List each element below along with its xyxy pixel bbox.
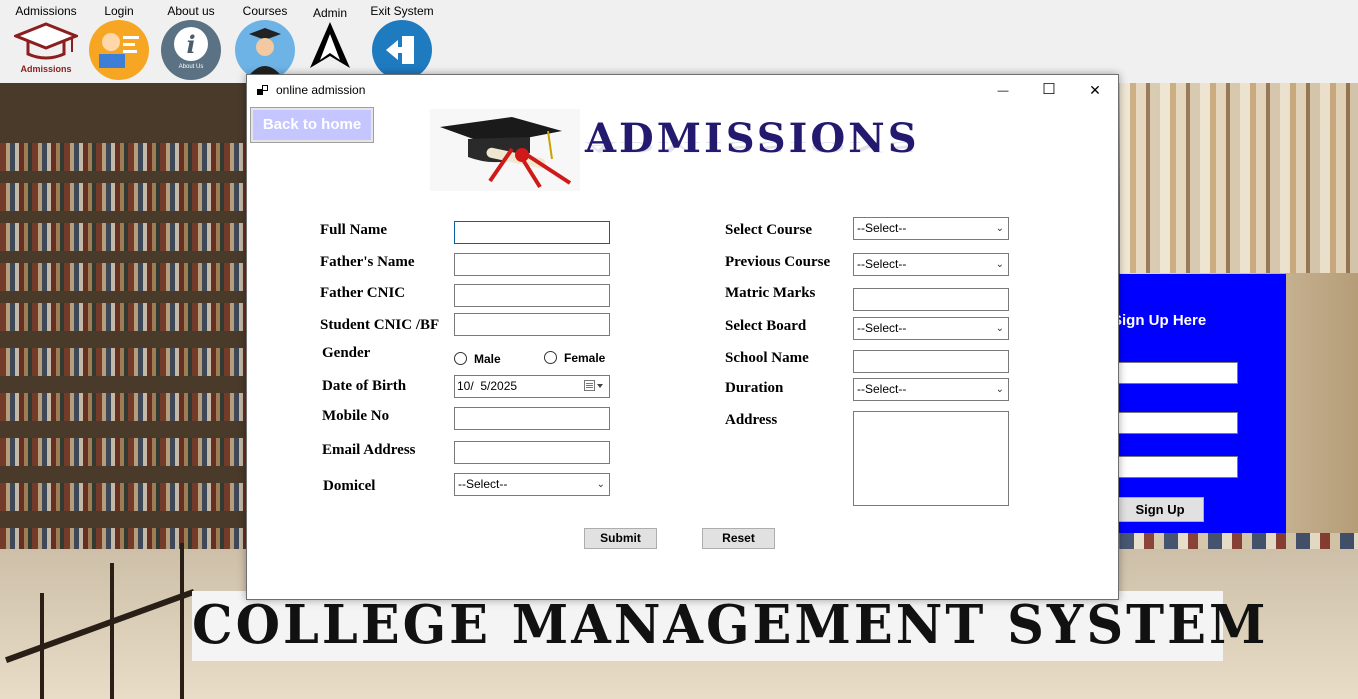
gender-female-label: Female <box>564 351 606 365</box>
menu-admissions[interactable]: Admissions Admissions <box>8 0 84 76</box>
full-name-label: Full Name <box>320 222 388 238</box>
father-cnic-field[interactable] <box>454 284 610 307</box>
signup-field-3[interactable] <box>1116 456 1238 478</box>
admissions-logo-reflection: ADMISSIONS <box>585 138 920 155</box>
previous-course-select[interactable]: --Select-- ⌄ <box>853 253 1009 276</box>
college-banner: COLLEGE MANAGEMENT SYSTEM <box>192 591 1269 661</box>
admissions-icon-caption: Admissions <box>20 64 72 74</box>
gender-female-radio[interactable]: Female <box>544 351 605 365</box>
admissions-logo: ADMISSIONS ADMISSIONS <box>430 109 950 191</box>
mobile-label: Mobile No <box>322 408 390 424</box>
gender-male-label: Male <box>474 352 501 366</box>
menu-login-label: Login <box>104 4 134 18</box>
school-name-field[interactable] <box>853 350 1009 373</box>
menu-login[interactable]: Login <box>88 0 150 80</box>
graduation-cap-scroll-icon <box>430 109 580 191</box>
minimize-icon: — <box>997 85 1009 97</box>
radio-circle-icon <box>544 351 557 364</box>
gender-label: Gender <box>322 345 371 361</box>
matric-marks-label: Matric Marks <box>725 285 816 301</box>
admin-triangle-icon <box>308 20 352 70</box>
mobile-field[interactable] <box>454 407 610 430</box>
dob-label: Date of Birth <box>322 378 407 394</box>
window-app-icon <box>257 85 268 95</box>
menu-about-label: About us <box>167 4 215 18</box>
address-label: Address <box>725 412 778 428</box>
full-name-field[interactable] <box>454 221 610 244</box>
about-icon-caption: About Us <box>178 64 204 70</box>
duration-select[interactable]: --Select-- ⌄ <box>853 378 1009 401</box>
father-cnic-label: Father CNIC <box>320 285 406 301</box>
course-label: Select Course <box>725 222 813 238</box>
signup-panel: Sign Up Here Sign Up <box>1090 274 1286 533</box>
window-title: online admission <box>276 83 366 97</box>
menu-admin-label: Admin <box>312 6 347 20</box>
board-select[interactable]: --Select-- ⌄ <box>853 317 1009 340</box>
back-to-home-button[interactable]: Back to home <box>250 107 374 143</box>
domicel-select[interactable]: --Select-- ⌄ <box>454 473 610 496</box>
reset-button[interactable]: Reset <box>702 528 775 549</box>
dob-value: 10/ 5/2025 <box>457 379 518 393</box>
menu-admin[interactable]: Admin <box>306 0 354 70</box>
menu-admissions-label: Admissions <box>15 4 77 18</box>
duration-label: Duration <box>725 380 784 396</box>
maximize-icon: ☐ <box>1042 81 1056 98</box>
menu-exit-label: Exit System <box>370 4 434 18</box>
duration-value: --Select-- <box>857 382 907 396</box>
previous-course-label: Previous Course <box>725 254 831 270</box>
student-cnic-field[interactable] <box>454 313 610 336</box>
fathers-name-label: Father's Name <box>320 254 415 270</box>
maximize-button[interactable]: ☐ <box>1026 75 1072 105</box>
school-name-label: School Name <box>725 350 809 366</box>
signup-button[interactable]: Sign Up <box>1116 497 1204 522</box>
chevron-down-icon: ⌄ <box>995 259 1004 270</box>
calendar-dropdown-icon[interactable] <box>584 380 604 392</box>
course-select[interactable]: --Select-- ⌄ <box>853 217 1009 240</box>
close-button[interactable]: ✕ <box>1072 75 1118 105</box>
radio-circle-icon <box>454 352 467 365</box>
domicel-label: Domicel <box>323 478 376 494</box>
info-icon: i About Us <box>161 20 221 80</box>
domicel-value: --Select-- <box>458 477 508 491</box>
online-admission-window: online admission — ☐ ✕ Back to home ADMI… <box>246 74 1119 600</box>
graduation-cap-icon: Admissions <box>11 20 81 76</box>
minimize-button[interactable]: — <box>980 75 1026 105</box>
gender-male-radio[interactable]: Male <box>454 352 501 366</box>
chevron-down-icon: ⌄ <box>995 223 1004 234</box>
graduate-avatar-icon <box>235 20 295 80</box>
menu-courses-label: Courses <box>242 4 288 18</box>
svg-text:i: i <box>186 30 195 59</box>
window-titlebar[interactable]: online admission — ☐ ✕ <box>247 75 1118 105</box>
chevron-down-icon: ⌄ <box>995 323 1004 334</box>
dob-date-picker[interactable]: 10/ 5/2025 <box>454 375 610 398</box>
menu-courses[interactable]: Courses <box>232 0 298 80</box>
email-label: Email Address <box>322 442 416 458</box>
menu-about-us[interactable]: About us i About Us <box>158 0 224 80</box>
board-value: --Select-- <box>857 321 907 335</box>
main-menu-bar: Admissions Admissions Login About us i A… <box>0 0 1358 83</box>
course-value: --Select-- <box>857 221 907 235</box>
student-cnic-label: Student CNIC /BF <box>320 317 440 333</box>
exit-door-icon <box>372 20 432 80</box>
signup-field-2[interactable] <box>1116 412 1238 434</box>
signup-field-1[interactable] <box>1116 362 1238 384</box>
chevron-down-icon: ⌄ <box>995 384 1004 395</box>
signup-title: Sign Up Here <box>1112 312 1207 329</box>
menu-exit-system[interactable]: Exit System <box>366 0 438 80</box>
previous-course-value: --Select-- <box>857 257 907 271</box>
email-field[interactable] <box>454 441 610 464</box>
fathers-name-field[interactable] <box>454 253 610 276</box>
matric-marks-field[interactable] <box>853 288 1009 311</box>
address-textarea[interactable] <box>853 411 1009 506</box>
close-icon: ✕ <box>1089 82 1101 98</box>
student-reading-icon <box>89 20 149 80</box>
submit-button[interactable]: Submit <box>584 528 657 549</box>
chevron-down-icon: ⌄ <box>596 479 605 490</box>
board-label: Select Board <box>725 318 807 334</box>
banner-title: COLLEGE MANAGEMENT SYSTEM <box>192 593 1269 657</box>
